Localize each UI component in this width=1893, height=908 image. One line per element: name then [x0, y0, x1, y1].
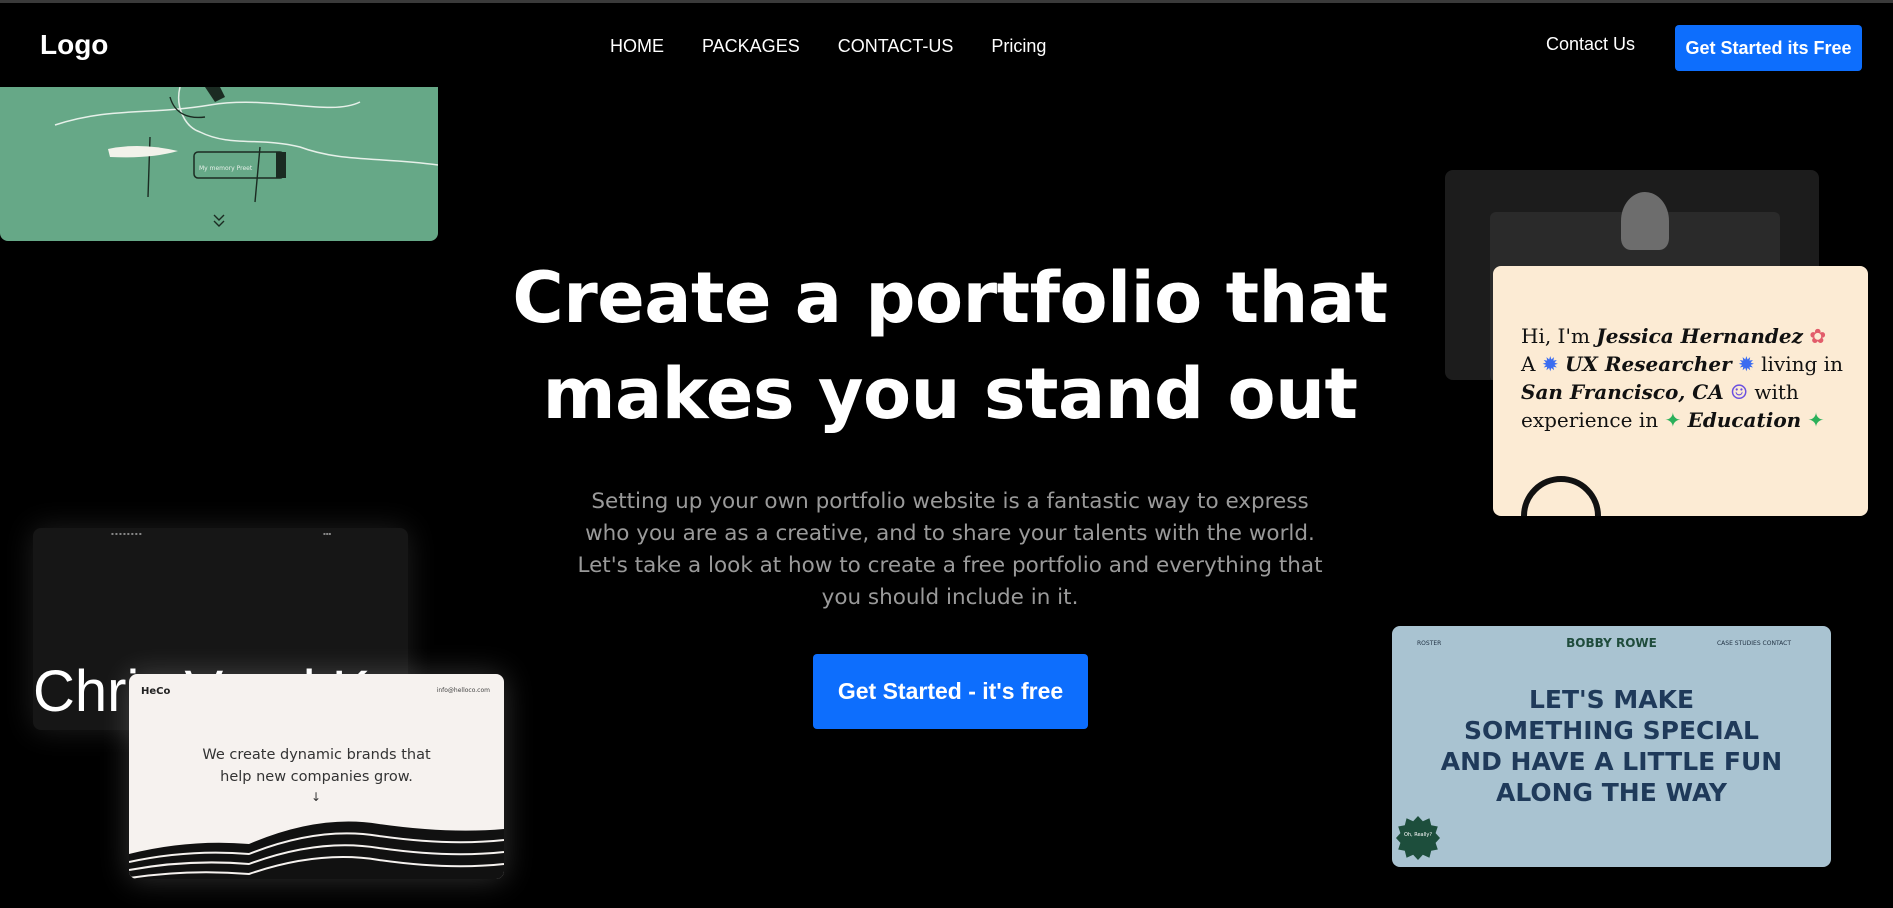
bobby-nav: CASE STUDIES CONTACT [1716, 640, 1791, 647]
menu-pricing[interactable]: Pricing [991, 36, 1046, 57]
tiny-text: ▪ ▪ ▪ ▪ ▪ ▪ ▪ ▪ [111, 531, 142, 536]
logo[interactable]: Logo [40, 29, 108, 61]
jessica-intro: Hi, I'm Jessica Hernandez ✿ A ✹ UX Resea… [1521, 324, 1843, 432]
helloco-email: info@helloco.com [436, 687, 490, 694]
helloco-logo: HeCo [141, 686, 171, 697]
portfolio-preview-jessica: Hi, I'm Jessica Hernandez ✿ A ✹ UX Resea… [1493, 266, 1868, 516]
helloco-tagline: We create dynamic brands that help new c… [129, 744, 504, 788]
navbar: Logo HOME PACKAGES CONTACT-US Pricing Co… [0, 3, 1893, 87]
arrow-down-icon: ↓ [311, 790, 322, 804]
contact-link[interactable]: Contact Us [1546, 34, 1635, 55]
get-started-button-hero[interactable]: Get Started - it's free [813, 654, 1088, 729]
menu-packages[interactable]: PACKAGES [702, 36, 800, 57]
circle-icon [1521, 476, 1601, 516]
hero-title-line1: Create a portfolio that [512, 257, 1388, 339]
portfolio-preview-green: My memory Preet [0, 87, 438, 241]
tagline-line2: help new companies grow. [220, 769, 413, 785]
illustration-icon: My memory Preet [54, 87, 438, 227]
hero-title-line2: makes you stand out [542, 353, 1358, 435]
portfolio-preview-bobby: ROSTER BOBBY ROWE CASE STUDIES CONTACT L… [1392, 626, 1831, 867]
get-started-button-top[interactable]: Get Started its Free [1675, 25, 1862, 71]
svg-text:My memory Preet: My memory Preet [199, 165, 253, 172]
person-avatar [1621, 192, 1669, 250]
menu-contact-us[interactable]: CONTACT-US [838, 36, 954, 57]
main-menu: HOME PACKAGES CONTACT-US Pricing [610, 36, 1084, 57]
tagline-line1: We create dynamic brands that [202, 747, 431, 763]
wave-pattern-icon [129, 821, 504, 879]
portfolio-preview-helloco: HeCo info@helloco.com We create dynamic … [129, 674, 504, 879]
tiny-menu: ▪▪▪ [323, 531, 332, 536]
badge-icon: Oh, Really? [1396, 816, 1440, 860]
menu-home[interactable]: HOME [610, 36, 664, 57]
hero-subtitle: Setting up your own portfolio website is… [577, 489, 1323, 610]
hero-title: Create a portfolio that makes you stand … [430, 250, 1470, 442]
bobby-headline: LET'S MAKE SOMETHING SPECIAL AND HAVE A … [1440, 685, 1783, 807]
